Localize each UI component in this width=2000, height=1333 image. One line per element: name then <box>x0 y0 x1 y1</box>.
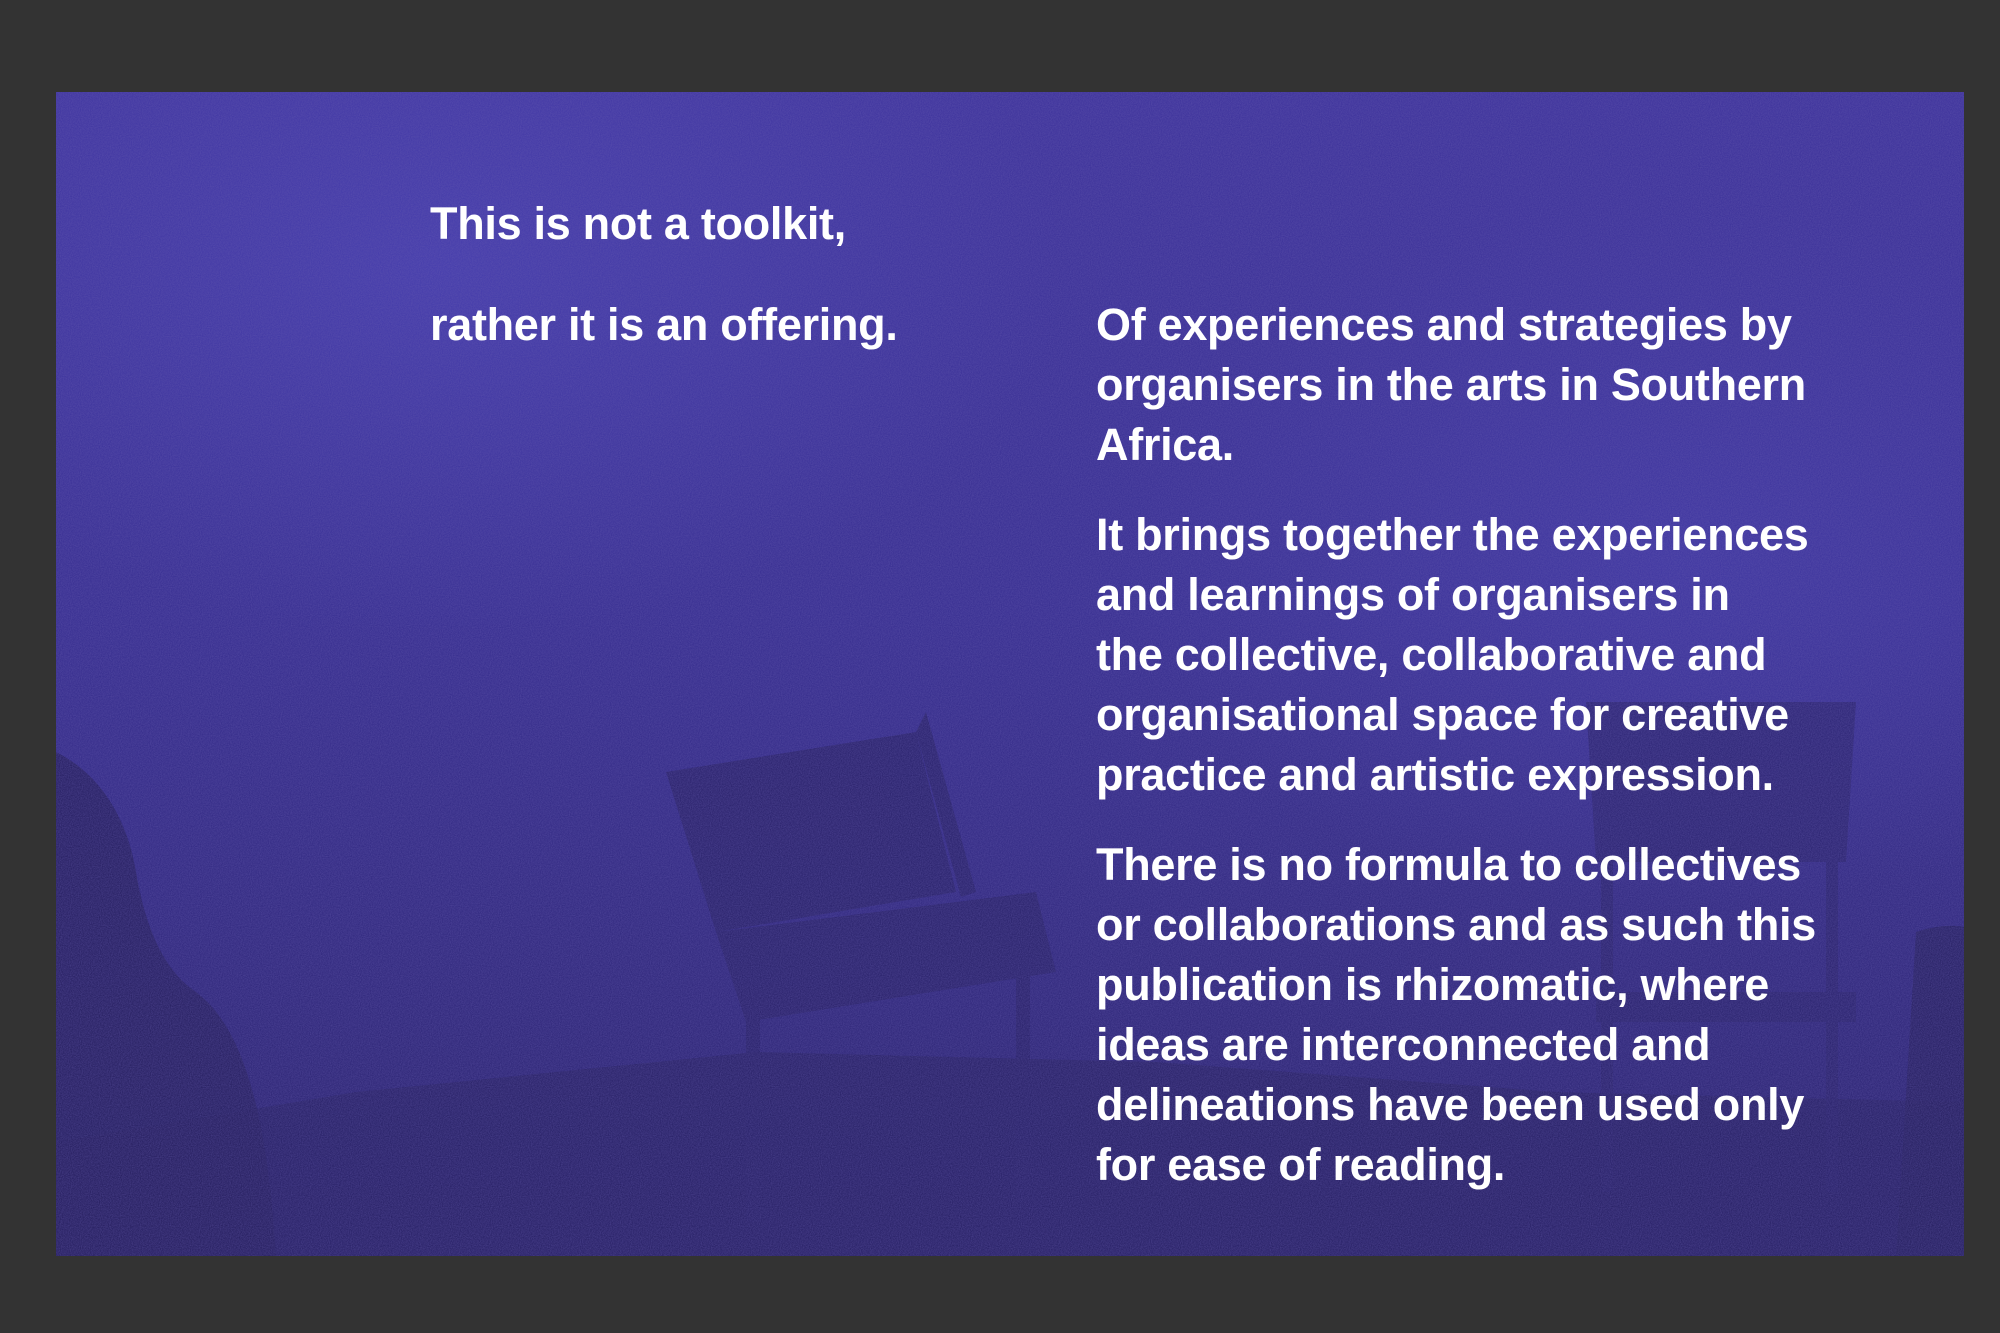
paragraph-3: There is no formula to collectives or co… <box>1096 839 1816 1190</box>
heading-line-2: rather it is an offering. <box>430 299 898 350</box>
paragraph-1: Of experiences and strategies by organis… <box>1096 299 1806 470</box>
body-text-column: Of experiences and strategies by organis… <box>1096 295 1896 1225</box>
paragraph-2: It brings together the experiences and l… <box>1096 509 1809 800</box>
document-viewer: This is not a toolkit, rather it is an o… <box>0 0 2000 1333</box>
heading-line-1: This is not a toolkit, <box>430 198 846 249</box>
document-page: This is not a toolkit, rather it is an o… <box>56 92 1964 1256</box>
